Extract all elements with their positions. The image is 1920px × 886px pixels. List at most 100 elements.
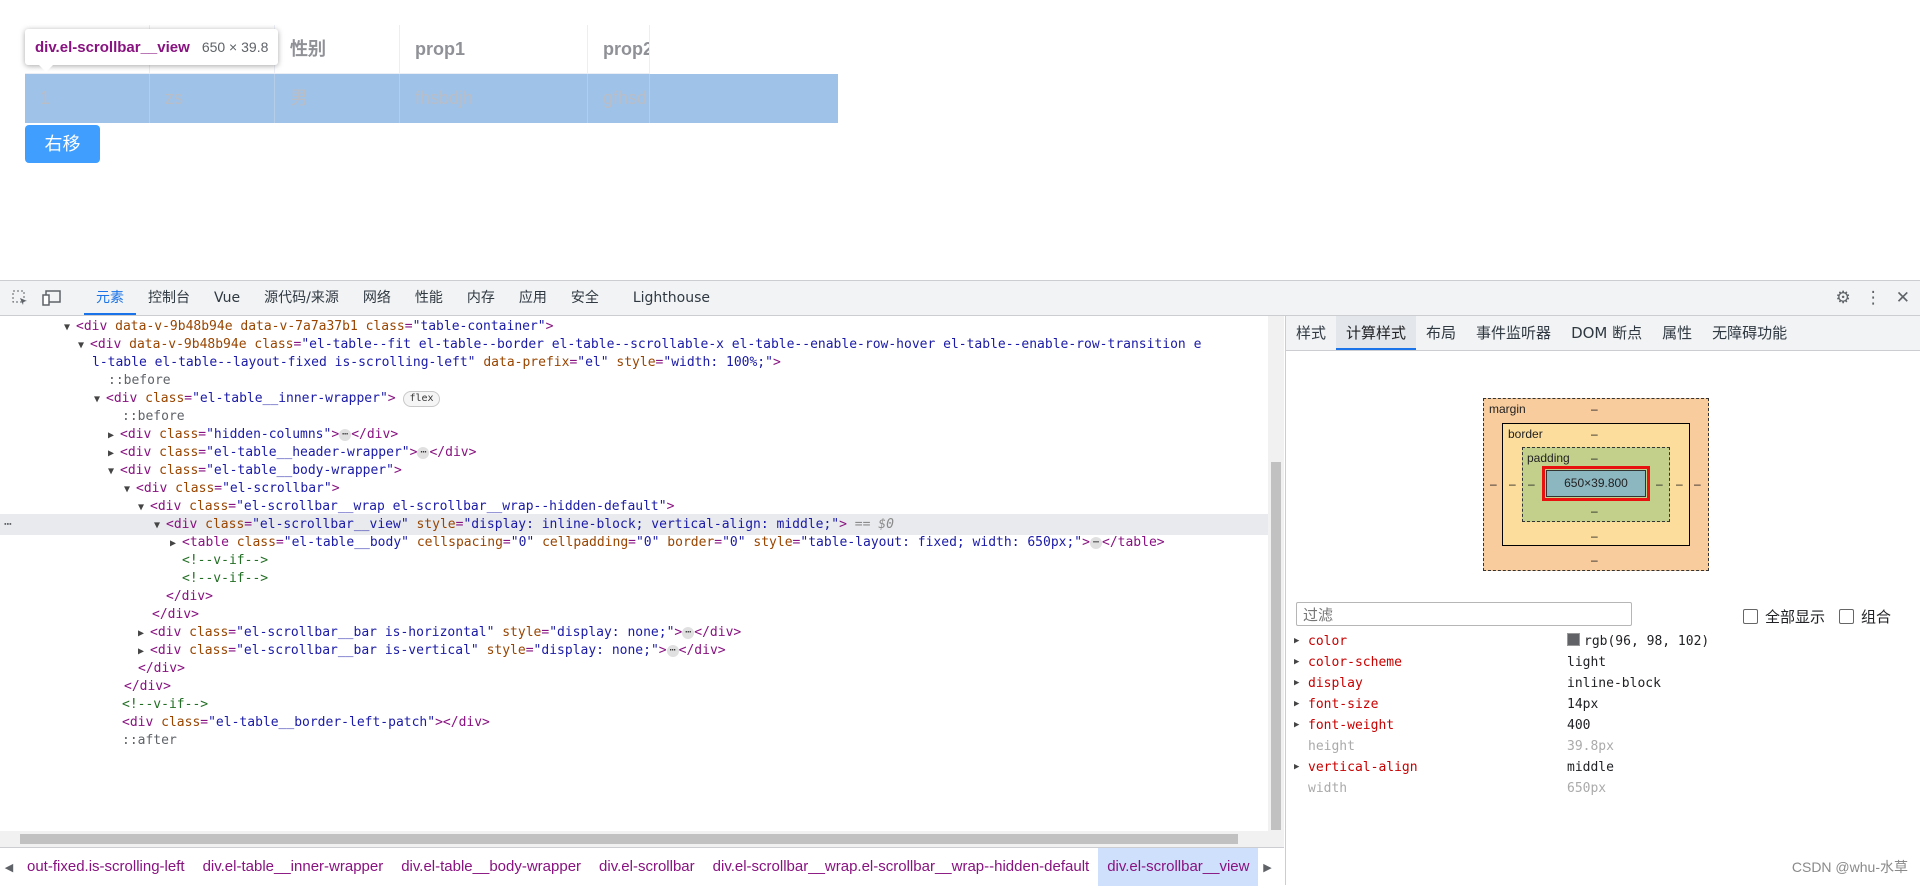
border-bottom-value: – [1591,529,1598,543]
table-cell: 1 [25,74,150,123]
padding-bottom-value: – [1591,504,1598,518]
breadcrumb-item-active[interactable]: div.el-scrollbar__view [1098,848,1259,886]
tab-performance[interactable]: 性能 [403,281,455,315]
border-left-value: – [1509,477,1516,491]
checkbox-box[interactable] [1839,609,1854,624]
expand-triangle-icon[interactable]: ▶ [1294,673,1299,694]
tab-vue[interactable]: Vue [202,281,252,315]
gear-icon[interactable]: ⚙ [1836,288,1851,308]
tooltip-selector: div.el-scrollbar__view [35,38,190,56]
device-toolbar-icon[interactable] [42,288,62,308]
breadcrumb-item[interactable]: out-fixed.is-scrolling-left [18,848,194,886]
watermark: CSDN @whu-水草 [1791,859,1908,875]
table-cell: 男 [275,74,400,123]
filter-input[interactable]: 过滤 [1296,602,1632,626]
checkbox-box[interactable] [1743,609,1758,624]
expand-triangle-icon[interactable]: ▶ [1294,694,1299,715]
elements-tree[interactable]: ▼ <div data-v-9b48b94e data-v-7a7a37b1 cl… [0,316,1268,831]
tree-vertical-scrollbar[interactable] [1268,316,1284,831]
margin-top-value: – [1591,402,1598,416]
computed-property[interactable]: ▶ color rgb(96, 98, 102) [1286,631,1906,652]
tab-application[interactable]: 应用 [507,281,559,315]
table-cell: zs [150,74,275,123]
tree-horizontal-scrollbar[interactable] [0,831,1284,847]
breadcrumb-item[interactable]: div.el-table__inner-wrapper [194,848,393,886]
move-right-button[interactable]: 右移 [25,125,100,163]
expand-triangle-icon[interactable]: ▶ [1294,715,1299,736]
color-swatch[interactable] [1567,633,1580,646]
tab-lighthouse[interactable]: Lighthouse [621,281,722,315]
computed-property[interactable]: ▶ font-size 14px [1286,694,1906,715]
margin-right-value: – [1694,477,1701,491]
computed-property[interactable]: width 650px [1286,778,1906,799]
table-header-cell: 性别 [275,25,400,74]
devtools-actions: ⚙ ⋮ ✕ [1836,281,1911,315]
group-checkbox[interactable]: 组合 [1839,606,1891,627]
tree-node[interactable]: <div class="el-table__border-left-patch"… [122,712,490,733]
margin-bottom-value: – [1591,553,1598,567]
padding-left-value: – [1528,477,1535,491]
breadcrumb-item[interactable]: div.el-table__body-wrapper [392,848,590,886]
scrollbar-thumb[interactable] [20,834,1238,844]
tab-layout[interactable]: 布局 [1416,316,1466,350]
border-top-value: – [1591,427,1598,441]
table-header-cell: prop1 [400,25,588,74]
devtools-tab-bar: 元素 控制台 Vue 源代码/来源 网络 性能 内存 应用 安全 Lightho… [0,281,1920,316]
chevron-left-icon[interactable]: ◀ [0,861,18,874]
tab-elements[interactable]: 元素 [84,281,136,315]
expand-triangle-icon[interactable]: ▶ [1294,757,1299,778]
tree-pseudo[interactable]: ::after [122,730,177,751]
page-viewport: 性别 prop1 prop2 1 zs 男 fhsbdjh gfhsd div.… [0,0,1920,280]
flex-badge[interactable]: flex [403,390,440,407]
tree-node-continued: l-table el-table--layout-fixed is-scroll… [92,355,781,370]
breadcrumb-item[interactable]: div.el-scrollbar__wrap.el-scrollbar__wra… [704,848,1099,886]
tab-memory[interactable]: 内存 [455,281,507,315]
border-label: border [1508,427,1543,441]
styles-sidebar: 样式 计算样式 布局 事件监听器 DOM 断点 属性 无障碍功能 margin … [1285,316,1920,885]
inspect-tooltip: div.el-scrollbar__view 650 × 39.8 [25,29,279,72]
show-all-label: 全部显示 [1765,608,1826,626]
tree-node[interactable]: ▶ <div class="el-scrollbar__bar is-vertic… [138,640,726,661]
expand-triangle-icon[interactable]: ▶ [1294,652,1299,673]
tree-node[interactable]: ▶ <table class="el-table__body" cellspaci… [170,532,1165,553]
expand-triangle-icon[interactable]: ▶ [1294,631,1299,652]
margin-label: margin [1489,402,1526,416]
tab-properties[interactable]: 属性 [1652,316,1702,350]
show-all-checkbox[interactable]: 全部显示 [1743,606,1825,627]
tab-sources[interactable]: 源代码/来源 [252,281,351,315]
close-icon[interactable]: ✕ [1896,288,1910,308]
inspect-element-icon[interactable] [10,288,30,308]
tab-styles[interactable]: 样式 [1286,316,1336,350]
computed-property[interactable]: ▶ vertical-align middle [1286,757,1906,778]
table-header-cell: prop2 [588,25,650,74]
computed-property[interactable]: ▶ font-weight 400 [1286,715,1906,736]
computed-property[interactable]: height 39.8px [1286,736,1906,757]
scrollbar-thumb[interactable] [1271,462,1281,830]
tab-accessibility[interactable]: 无障碍功能 [1702,316,1797,350]
highlight-box [1542,466,1650,501]
table-row[interactable]: 1 zs 男 fhsbdjh gfhsd [25,74,838,123]
table-cell: fhsbdjh [400,74,588,123]
sidebar-tab-bar: 样式 计算样式 布局 事件监听器 DOM 断点 属性 无障碍功能 [1286,316,1920,351]
margin-left-value: – [1490,477,1497,491]
tab-event-listeners[interactable]: 事件监听器 [1466,316,1561,350]
padding-label: padding [1527,451,1570,465]
computed-property[interactable]: ▶ color-scheme light [1286,652,1906,673]
tab-computed[interactable]: 计算样式 [1336,316,1417,350]
tab-dom-breakpoints[interactable]: DOM 断点 [1561,316,1652,350]
chevron-right-icon[interactable]: ▶ [1258,861,1276,874]
padding-top-value: – [1591,451,1598,465]
more-options-icon[interactable]: ⋮ [1865,288,1882,308]
group-label: 组合 [1861,608,1892,626]
padding-right-value: – [1656,477,1663,491]
breadcrumb-item[interactable]: div.el-scrollbar [590,848,704,886]
devtools-panel: 元素 控制台 Vue 源代码/来源 网络 性能 内存 应用 安全 Lightho… [0,280,1920,886]
tab-security[interactable]: 安全 [559,281,611,315]
tab-console[interactable]: 控制台 [136,281,202,315]
computed-property[interactable]: ▶ display inline-block [1286,673,1906,694]
sidebar-scrollbar[interactable] [1907,350,1920,885]
breadcrumb: ◀ out-fixed.is-scrolling-left div.el-tab… [0,847,1284,886]
tab-network[interactable]: 网络 [351,281,403,315]
box-model-diagram: margin – – – – border – – – – padding – … [1483,398,1709,571]
border-right-value: – [1676,477,1683,491]
